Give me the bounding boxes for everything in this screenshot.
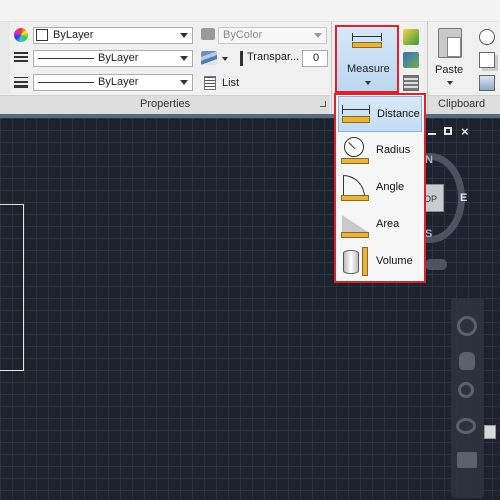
compass-north: N <box>425 154 433 166</box>
linetype-dropdown[interactable]: ByLayer <box>33 50 193 67</box>
panel-expand-icon[interactable] <box>320 101 326 107</box>
compass-east: E <box>460 192 468 204</box>
ruler-bar <box>352 42 382 48</box>
transparency-value-input[interactable]: 0 <box>302 50 328 67</box>
compass-south: S <box>425 228 433 240</box>
dimension-tick <box>369 105 370 114</box>
minimize-viewport-icon[interactable] <box>428 133 436 135</box>
zoom-icon[interactable] <box>458 382 474 398</box>
copy-icon[interactable] <box>479 52 495 68</box>
angle-icon <box>341 174 369 202</box>
transparency-field[interactable]: Transpar... <box>245 50 302 67</box>
chevron-down-icon <box>365 81 371 85</box>
distance-icon <box>342 104 370 124</box>
dimension-tick <box>352 33 353 41</box>
close-viewport-icon[interactable]: × <box>461 124 469 139</box>
list-label: List <box>222 77 240 89</box>
measure-item-radius[interactable]: Radius <box>338 133 422 169</box>
plot-style-value: ByColor <box>223 29 263 41</box>
quick-select-icon[interactable] <box>403 29 419 45</box>
calculator-icon[interactable] <box>403 75 419 91</box>
steering-wheel-icon[interactable] <box>457 316 477 336</box>
ruler-bar-vertical <box>362 247 368 276</box>
layers-stack-icon[interactable] <box>201 51 217 65</box>
measure-menu: Distance Radius Angle Area Volume <box>334 93 426 283</box>
dimension-line <box>353 36 381 37</box>
measure-item-label: Angle <box>376 181 405 193</box>
lineweight-dropdown[interactable]: ByLayer <box>33 74 193 91</box>
measure-item-label: Volume <box>376 255 413 267</box>
chevron-down-icon <box>180 56 188 61</box>
linetype-value: ByLayer <box>98 52 139 64</box>
paste-paper <box>447 37 461 57</box>
chevron-down-icon <box>447 81 453 85</box>
measure-item-label: Area <box>376 218 400 230</box>
distance-icon <box>352 33 382 49</box>
measure-item-area[interactable]: Area <box>338 207 422 243</box>
properties-panel-title: Properties <box>140 98 191 110</box>
angle-leg <box>343 175 344 195</box>
volume-icon <box>341 247 369 277</box>
pan-icon[interactable] <box>459 352 475 370</box>
measure-item-label: Radius <box>376 144 411 156</box>
color-value: ByLayer <box>53 29 94 41</box>
angle-arc <box>343 175 365 197</box>
match-properties-icon[interactable] <box>479 75 495 91</box>
restore-viewport-icon[interactable] <box>444 127 452 135</box>
ruler-bar <box>341 195 369 201</box>
layers-dropdown-arrow[interactable] <box>222 57 228 61</box>
lineweight-sample-line <box>38 82 94 83</box>
ruler-bar <box>342 116 370 123</box>
drawn-rectangle[interactable] <box>0 204 24 371</box>
plot-style-dropdown[interactable]: ByColor <box>218 27 327 44</box>
ruler-bar <box>341 158 369 164</box>
paste-icon <box>438 28 462 58</box>
orbit-icon[interactable] <box>456 418 476 434</box>
plot-style-icon <box>201 28 215 40</box>
measure-label: Measure <box>347 63 390 75</box>
measure-item-distance[interactable]: Distance <box>338 96 422 132</box>
linetype-sample-line <box>38 58 94 59</box>
color-dropdown[interactable]: ByLayer <box>33 27 193 44</box>
cut-icon[interactable] <box>479 29 495 45</box>
wcs-menu[interactable] <box>425 259 447 270</box>
layer-tool-strip <box>0 22 10 94</box>
scrollbar-thumb[interactable] <box>484 425 496 439</box>
dimension-tick <box>381 33 382 41</box>
measure-button[interactable]: Measure <box>335 25 399 93</box>
lineweight-icon <box>14 77 28 89</box>
area-shape <box>342 215 368 232</box>
chevron-down-icon <box>180 80 188 85</box>
panel-divider <box>331 22 332 114</box>
transparency-label: Transpar... <box>247 51 300 63</box>
list-button[interactable]: List <box>222 77 252 91</box>
ribbon-tab-strip <box>0 0 500 22</box>
color-swatch <box>36 29 48 41</box>
dimension-line <box>343 109 369 110</box>
measure-item-volume[interactable]: Volume <box>338 244 422 280</box>
lineweight-value: ByLayer <box>98 76 139 88</box>
showmotion-icon[interactable] <box>457 452 477 468</box>
paste-label: Paste <box>435 64 464 76</box>
paste-button[interactable]: Paste <box>433 25 469 91</box>
area-icon <box>341 211 369 239</box>
transparency-value: 0 <box>313 52 320 64</box>
chevron-down-icon <box>180 33 188 38</box>
measure-item-label: Distance <box>377 108 420 120</box>
transparency-icon <box>240 51 243 66</box>
dimension-tick <box>342 105 343 114</box>
clipboard-panel-title: Clipboard <box>438 98 486 110</box>
list-icon <box>204 76 216 90</box>
measure-item-angle[interactable]: Angle <box>338 170 422 206</box>
color-wheel-icon[interactable] <box>14 28 28 42</box>
cylinder-shape <box>343 250 359 274</box>
chevron-down-icon <box>314 33 322 38</box>
linetype-icon <box>14 52 28 64</box>
select-similar-icon[interactable] <box>403 52 419 68</box>
radius-icon <box>341 137 369 165</box>
ruler-bar <box>341 232 369 238</box>
